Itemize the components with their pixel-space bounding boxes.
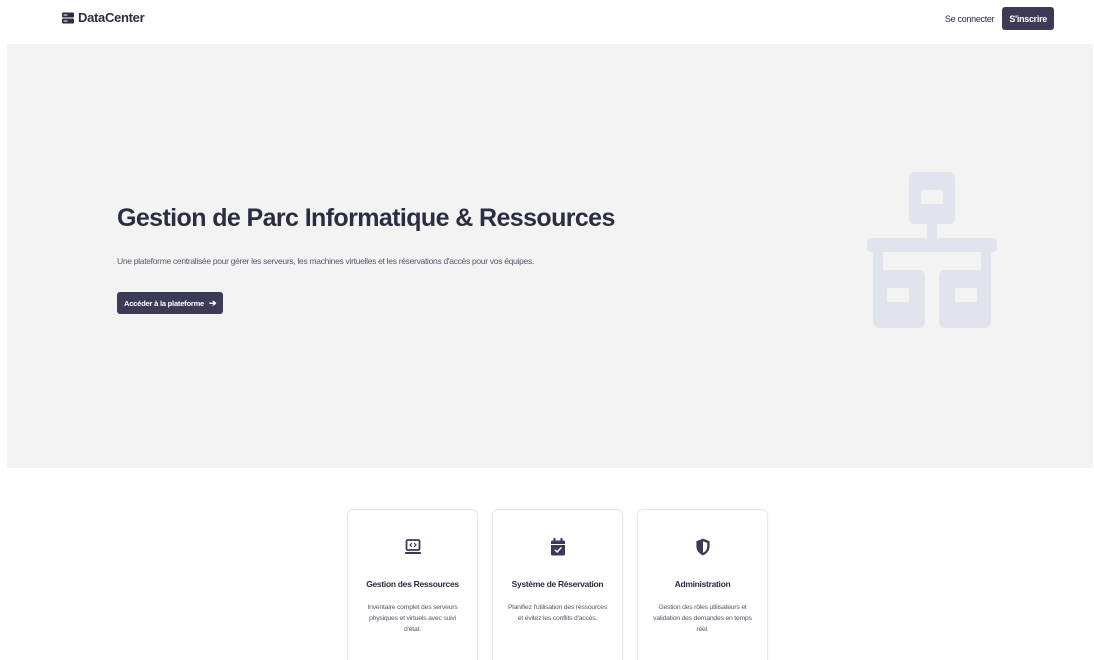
features-section: Gestion des Ressources Inventaire comple… [347,509,768,660]
feature-title: Administration [674,579,731,589]
brand-name: DataCenter [78,10,145,25]
hero-title: Gestion de Parc Informatique & Ressource… [117,204,615,232]
feature-description: Gestion des rôles utilisateurs et valida… [653,604,752,633]
access-platform-button[interactable]: Accéder à la plateforme ➔ [117,292,224,314]
network-icon [867,172,997,328]
feature-title: Système de Réservation [511,579,604,589]
shield-icon [695,538,710,556]
feature-card-administration: Administration Gestion des rôles utilisa… [637,509,768,660]
feature-description: Inventaire complet des serveurs physique… [367,604,458,633]
signup-button[interactable]: S'inscrire [1002,7,1054,30]
hero-section: Gestion de Parc Informatique & Ressource… [7,44,1093,468]
feature-card-reservation: Système de Réservation Planifiez l'utili… [492,509,623,660]
feature-description: Planifiez l'utilisation des ressources e… [507,604,608,622]
nav-actions: Se connecter S'inscrire [945,7,1054,30]
navbar: DataCenter Se connecter S'inscrire [0,0,1094,38]
arrow-right-icon: ➔ [209,297,217,308]
brand-logo[interactable]: DataCenter [62,10,145,25]
access-platform-label: Accéder à la plateforme [124,298,205,308]
login-link[interactable]: Se connecter [945,14,995,24]
server-icon [62,12,74,23]
hero-subtitle: Une plateforme centralisée pour gérer le… [117,256,534,266]
laptop-code-icon [404,539,421,554]
calendar-check-icon [550,538,565,556]
feature-card-resources: Gestion des Ressources Inventaire comple… [347,509,478,660]
feature-title: Gestion des Ressources [366,579,459,589]
